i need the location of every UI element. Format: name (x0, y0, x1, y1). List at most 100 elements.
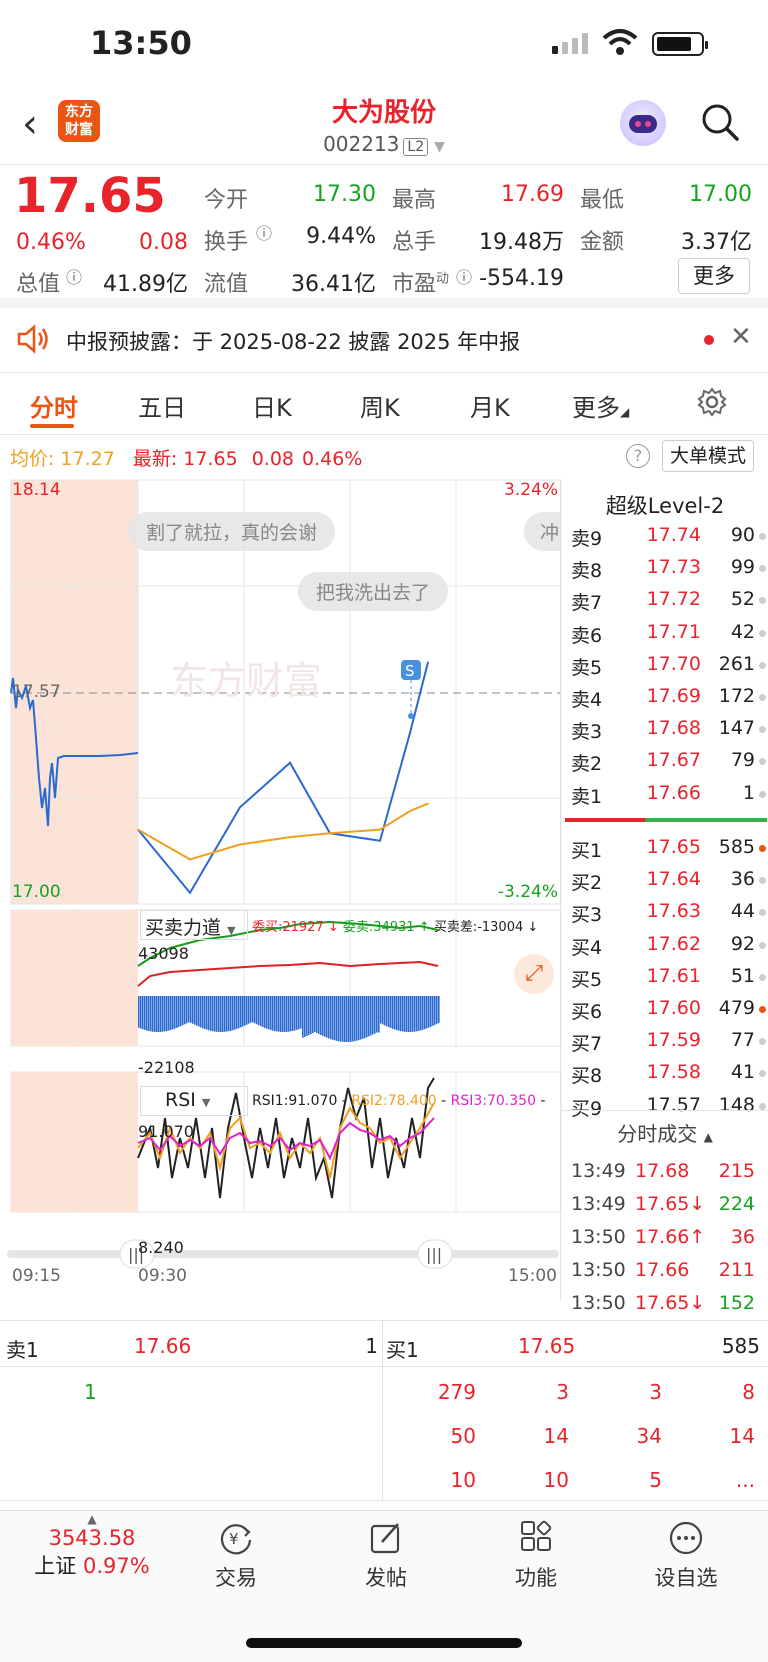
ask-row[interactable]: 卖9 17.74 90 (561, 520, 768, 552)
force-bar (382, 996, 384, 1025)
data-point (427, 661, 429, 664)
tab-more[interactable]: 更多◢ (572, 388, 629, 423)
ask-row[interactable]: 卖7 17.72 52 (561, 584, 768, 616)
ask-row[interactable]: 卖8 17.73 99 (561, 552, 768, 584)
y-axis-low: 17.00 (12, 882, 61, 902)
queue-buy-item: 14 (543, 1424, 569, 1448)
ask-dot (759, 661, 766, 669)
force-bar (358, 996, 360, 1041)
ask-dot (759, 533, 766, 540)
nav-trade[interactable]: ¥ 交易 (186, 1520, 286, 1592)
close-icon[interactable]: ✕ (730, 322, 752, 352)
comment-bubble[interactable]: 把我洗出去了 (298, 572, 449, 611)
ask-volume: 79 (730, 749, 755, 772)
big-order-mode-button[interactable]: 大单模式 (662, 440, 754, 472)
queue-buy-count: 585 (721, 1334, 760, 1358)
ask-row[interactable]: 卖2 17.67 79 (561, 745, 768, 777)
ask-dot (759, 726, 766, 734)
force-bar (160, 996, 162, 1032)
force-bar (270, 996, 272, 1031)
s-marker[interactable]: S (401, 660, 421, 719)
queue-buy-item: 3 (649, 1380, 662, 1404)
level2-title[interactable]: 超级Level-2 (561, 490, 768, 520)
tab-active-indicator (30, 424, 74, 428)
force-bar (420, 996, 422, 1031)
force-bar (204, 996, 206, 1029)
info-icon[interactable]: ⓘ (66, 264, 82, 288)
y-axis-high: 18.14 (12, 480, 61, 500)
indicator-select[interactable]: 买卖力道 ▼ (140, 910, 248, 940)
ask-row[interactable]: 卖1 17.66 1 (561, 778, 768, 810)
force-bar (236, 996, 238, 1029)
bid-row[interactable]: 买2 17.64 36 (561, 864, 768, 896)
help-icon[interactable]: ? (626, 444, 650, 468)
tab-intraday[interactable]: 分时 (30, 388, 78, 423)
tab-five-day[interactable]: 五日 (138, 388, 186, 423)
force-bar (246, 996, 248, 1025)
intraday-chart[interactable]: 东方财富 S ||| ||| (0, 478, 562, 1298)
ind1-min: -22108 (138, 1058, 195, 1077)
time-open: 09:30 (138, 1266, 187, 1286)
ask-row[interactable]: 卖4 17.69 172 (561, 681, 768, 713)
data-point (239, 843, 241, 846)
info-icon[interactable]: ⓘ (256, 220, 272, 244)
force-bar (162, 996, 164, 1032)
force-bar (158, 996, 160, 1032)
force-bar (166, 996, 168, 1032)
force-bar (184, 996, 186, 1025)
force-bar (334, 996, 336, 1041)
force-bar (326, 996, 328, 1038)
comment-bubble[interactable]: 冲 (524, 512, 560, 551)
bid-row[interactable]: 买6 17.60 479 (561, 993, 768, 1025)
bid-row[interactable]: 买4 17.62 92 (561, 929, 768, 961)
force-bar (412, 996, 414, 1032)
volume-label: 总手 (392, 230, 437, 255)
indicator1-values: 委买:21927 ↓ 委卖:34931 ↑ 买卖差:-13004 ↓ (252, 920, 539, 935)
bid-row[interactable]: 买8 17.58 41 (561, 1057, 768, 1089)
nav-add-watchlist[interactable]: 设自选 (636, 1520, 736, 1592)
bid-volume: 479 (718, 997, 755, 1019)
ask-dot (759, 597, 766, 605)
bid-volume: 44 (730, 900, 755, 923)
ask-row[interactable]: 卖6 17.71 42 (561, 617, 768, 649)
force-bar (180, 996, 182, 1027)
ask-label: 卖8 (571, 560, 603, 583)
ask-row[interactable]: 卖3 17.68 147 (561, 713, 768, 745)
ob-divider-green (645, 818, 767, 822)
ask-row[interactable]: 卖5 17.70 261 (561, 649, 768, 681)
comment-bubble[interactable]: 割了就拉，真的会谢 (128, 512, 336, 551)
force-bar (394, 996, 396, 1030)
force-bar (284, 996, 286, 1032)
data-point (289, 836, 291, 838)
force-bar (214, 996, 216, 1032)
tab-weekly-k[interactable]: 周K (360, 388, 400, 423)
ticks-title[interactable]: 分时成交 ▲ (561, 1118, 768, 1147)
tab-daily-k[interactable]: 日K (252, 388, 292, 423)
nav-post[interactable]: 发帖 (336, 1520, 436, 1592)
search-icon[interactable] (700, 102, 740, 142)
rsi-select[interactable]: RSI ▼ (140, 1086, 248, 1116)
tick-row: 13:50 17.66↑ 36 (561, 1222, 768, 1254)
index-ticker[interactable]: ▲ 3543.58 上证 0.97% (22, 1512, 162, 1580)
tick-volume: 36 (730, 1226, 755, 1248)
tab-monthly-k[interactable]: 月K (470, 388, 510, 423)
wifi-icon (602, 29, 638, 55)
force-bar (242, 996, 244, 1027)
bid-row[interactable]: 买1 17.65 585 (561, 832, 768, 864)
expand-icon[interactable]: ⤢ (514, 954, 554, 994)
force-bar (342, 996, 344, 1042)
bid-row[interactable]: 买3 17.63 44 (561, 896, 768, 928)
settings-icon[interactable] (696, 386, 728, 418)
force-bar (198, 996, 200, 1027)
queue-buy-item: 8 (742, 1380, 755, 1404)
nav-functions[interactable]: 功能 (486, 1520, 586, 1592)
tick-time: 13:50 (571, 1226, 626, 1248)
more-button[interactable]: 更多 (678, 258, 750, 294)
bid-row[interactable]: 买7 17.59 77 (561, 1025, 768, 1057)
notice-banner[interactable]: 中报预披露：于 2025-08-22 披露 2025 年中报 ✕ (0, 308, 768, 370)
robot-assistant-icon[interactable] (620, 100, 666, 146)
bid-row[interactable]: 买5 17.61 51 (561, 961, 768, 993)
force-bar (360, 996, 362, 1040)
queue-buy-price: 17.65 (518, 1334, 576, 1358)
bid-row[interactable]: 买9 17.57 148 (561, 1090, 768, 1122)
